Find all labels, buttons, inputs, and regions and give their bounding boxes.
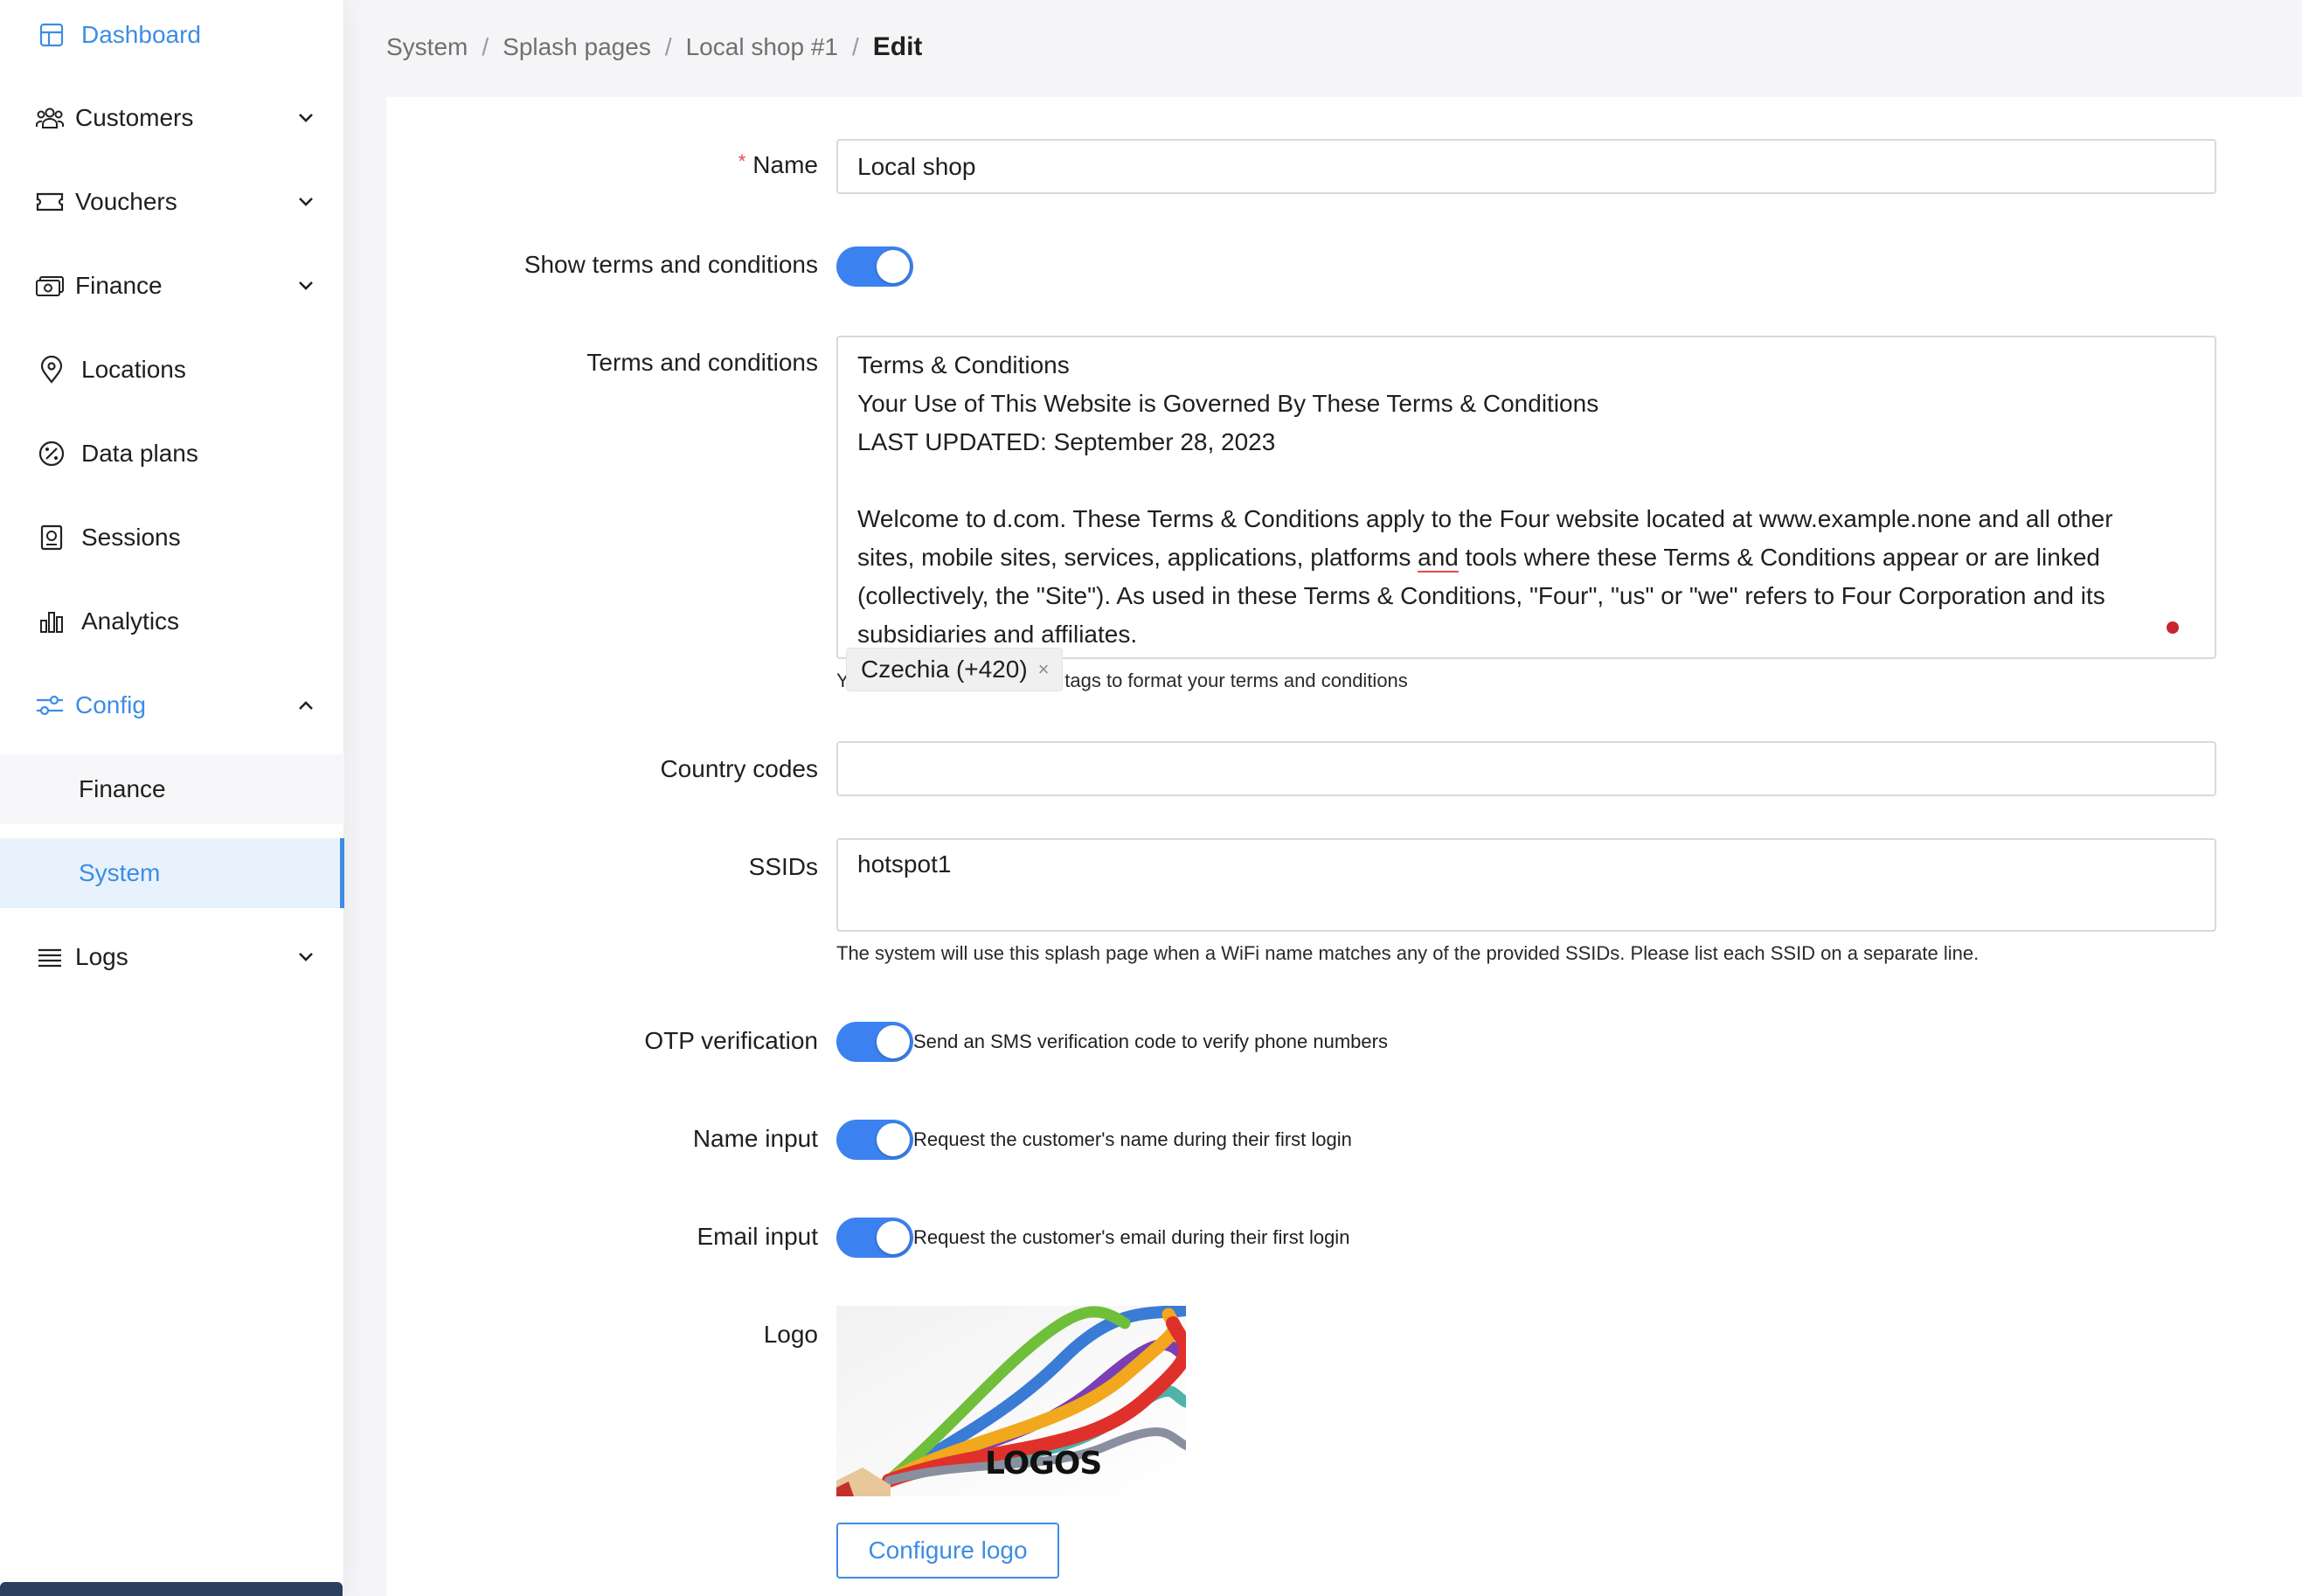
email-input-description: Request the customer's email during thei…: [913, 1226, 1350, 1248]
sidebar-item-label: Customers: [75, 104, 194, 131]
sidebar-subitem-finance[interactable]: Finance: [0, 754, 344, 824]
country-codes-label: Country codes: [660, 755, 818, 782]
ssids-help-text: The system will use this splash page whe…: [836, 942, 1980, 964]
status-url-bar: [0, 1582, 343, 1596]
finance-icon: [35, 271, 65, 301]
sidebar-item-dashboard[interactable]: Dashboard: [0, 0, 344, 77]
sidebar-item-data-plans[interactable]: Data plans: [0, 412, 344, 496]
breadcrumb: System / Splash pages / Local shop #1 / …: [386, 30, 922, 65]
close-icon[interactable]: ×: [1038, 658, 1050, 681]
breadcrumb-splash-pages[interactable]: Splash pages: [503, 33, 651, 61]
dashboard-icon: [37, 20, 66, 50]
sidebar-item-logs[interactable]: Logs: [0, 915, 344, 999]
name-input-label: Name input: [692, 1125, 818, 1152]
name-input-description: Request the customer's name during their…: [913, 1128, 1352, 1150]
recording-dot-icon: [2167, 621, 2179, 634]
breadcrumb-current: Edit: [872, 32, 923, 61]
sessions-icon: [37, 523, 66, 552]
terms-line: Terms & Conditions: [857, 351, 1070, 378]
sidebar-item-label: Locations: [81, 356, 186, 383]
list-icon: [35, 942, 65, 972]
chevron-down-icon[interactable]: [294, 106, 318, 130]
voucher-icon: [35, 187, 65, 217]
percent-icon: [37, 439, 66, 468]
chevron-up-icon[interactable]: [294, 693, 318, 718]
show-terms-label: Show terms and conditions: [523, 251, 818, 278]
terms-line: sites, mobile sites, services, applicati…: [857, 544, 1411, 571]
country-tag: Czechia (+420) ×: [846, 648, 1063, 691]
sidebar-subitem-label: Finance: [79, 775, 166, 802]
terms-line: (collectively, the "Site"). As used in t…: [857, 582, 2105, 609]
breadcrumb-system[interactable]: System: [386, 33, 468, 61]
terms-line: LAST UPDATED: September 28, 2023: [857, 428, 1276, 455]
sidebar-item-label: Vouchers: [75, 188, 177, 215]
name-input-toggle[interactable]: [836, 1120, 913, 1160]
terms-line: Your Use of This Website is Governed By …: [857, 390, 1599, 417]
customers-icon: [35, 103, 65, 133]
otp-toggle[interactable]: [836, 1022, 913, 1062]
breadcrumb-separator: /: [851, 33, 859, 60]
chevron-down-icon[interactable]: [294, 190, 318, 214]
required-mark: *: [738, 150, 746, 172]
sidebar-item-customers[interactable]: Customers: [0, 76, 344, 160]
terms-textarea[interactable]: Terms & Conditions Your Use of This Webs…: [836, 336, 2216, 659]
ssids-value: hotspot1: [857, 850, 952, 878]
name-label-text: Name: [752, 151, 818, 178]
terms-text: Terms & Conditions Your Use of This Webs…: [857, 346, 2195, 654]
show-terms-toggle[interactable]: [836, 246, 913, 287]
terms-line: tools where these Terms & Conditions app…: [1458, 544, 2100, 571]
toggle-knob: [877, 250, 910, 283]
ssids-label: SSIDs: [748, 853, 818, 880]
otp-description: Send an SMS verification code to verify …: [913, 1030, 1388, 1052]
sidebar-item-label: Dashboard: [81, 21, 201, 48]
otp-label: OTP verification: [644, 1027, 818, 1054]
sidebar-item-locations[interactable]: Locations: [0, 328, 344, 412]
chevron-down-icon[interactable]: [294, 274, 318, 298]
sidebar-item-label: Config: [75, 691, 146, 718]
name-label: * Name: [738, 150, 818, 179]
logo-label: Logo: [763, 1321, 818, 1348]
sidebar-item-label: Finance: [75, 272, 163, 299]
terms-line: subsidiaries and affiliates.: [857, 621, 1138, 648]
breadcrumb-local-shop[interactable]: Local shop #1: [686, 33, 838, 61]
configure-logo-button[interactable]: Configure logo: [836, 1523, 1059, 1579]
sidebar-subitem-system[interactable]: System: [0, 838, 344, 908]
sidebar-item-analytics[interactable]: Analytics: [0, 579, 344, 663]
breadcrumb-separator: /: [664, 33, 672, 60]
sidebar: Dashboard Customers Vouchers Finance Loc…: [0, 0, 344, 1596]
sidebar-item-config[interactable]: Config: [0, 663, 344, 747]
bar-chart-icon: [37, 607, 66, 636]
toggle-knob: [877, 1123, 910, 1156]
terms-label: Terms and conditions: [586, 349, 818, 376]
logo-image-text: LOGOS: [985, 1446, 1102, 1482]
chevron-down-icon[interactable]: [294, 945, 318, 969]
ssids-textarea[interactable]: hotspot1: [836, 838, 2216, 932]
sliders-icon: [35, 690, 65, 720]
country-tag-label: Czechia (+420): [861, 656, 1028, 683]
location-pin-icon: [37, 355, 66, 385]
sidebar-subitem-label: System: [79, 859, 161, 886]
email-input-toggle[interactable]: [836, 1218, 913, 1258]
sidebar-item-label: Analytics: [81, 607, 180, 635]
sidebar-item-label: Sessions: [81, 524, 181, 551]
breadcrumb-separator: /: [482, 33, 489, 60]
sidebar-item-finance[interactable]: Finance: [0, 244, 344, 328]
terms-line: Welcome to d.com. These Terms & Conditio…: [857, 505, 2113, 532]
name-input[interactable]: Local shop: [836, 139, 2216, 194]
country-codes-select[interactable]: [836, 741, 2216, 796]
spellcheck-word: and: [1418, 544, 1459, 571]
sidebar-item-vouchers[interactable]: Vouchers: [0, 160, 344, 244]
toggle-knob: [877, 1025, 910, 1058]
sidebar-item-label: Logs: [75, 943, 128, 970]
sidebar-item-label: Data plans: [81, 440, 198, 467]
logo-image: LOGOS: [836, 1306, 1186, 1496]
email-input-label: Email input: [697, 1223, 818, 1250]
toggle-knob: [877, 1221, 910, 1254]
name-input-value: Local shop: [857, 153, 976, 180]
sidebar-item-sessions[interactable]: Sessions: [0, 496, 344, 579]
